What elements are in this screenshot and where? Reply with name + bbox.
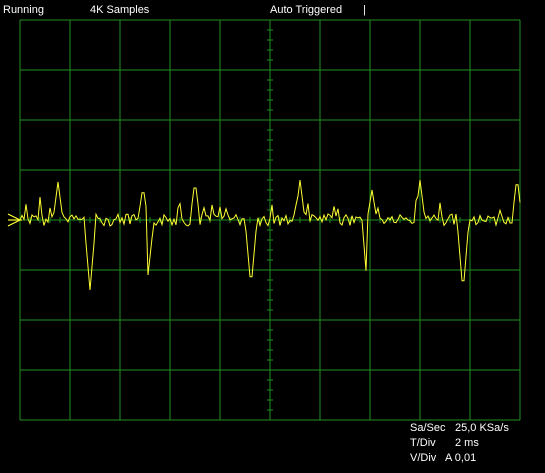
trigger-marker-glyph: | xyxy=(363,4,366,16)
trigger-mode-label: Auto Triggered xyxy=(270,4,343,16)
sample-rate-readout: Sa/Sec 25,0 KSa/s xyxy=(410,422,509,434)
sample-count-label: 4K Samples xyxy=(90,4,150,16)
time-div-value: 2 ms xyxy=(455,437,479,449)
run-state-label: Running xyxy=(3,4,44,16)
sample-rate-label: Sa/Sec xyxy=(410,422,446,434)
volt-div-value: A 0,01 xyxy=(445,452,477,464)
volt-div-readout: V/Div A 0,01 xyxy=(410,452,476,464)
sample-rate-value: 25,0 KSa/s xyxy=(455,422,509,434)
scope-display[interactable] xyxy=(0,0,545,473)
time-div-readout: T/Div 2 ms xyxy=(410,437,479,449)
time-div-label: T/Div xyxy=(410,437,436,449)
volt-div-label: V/Div xyxy=(410,452,437,464)
